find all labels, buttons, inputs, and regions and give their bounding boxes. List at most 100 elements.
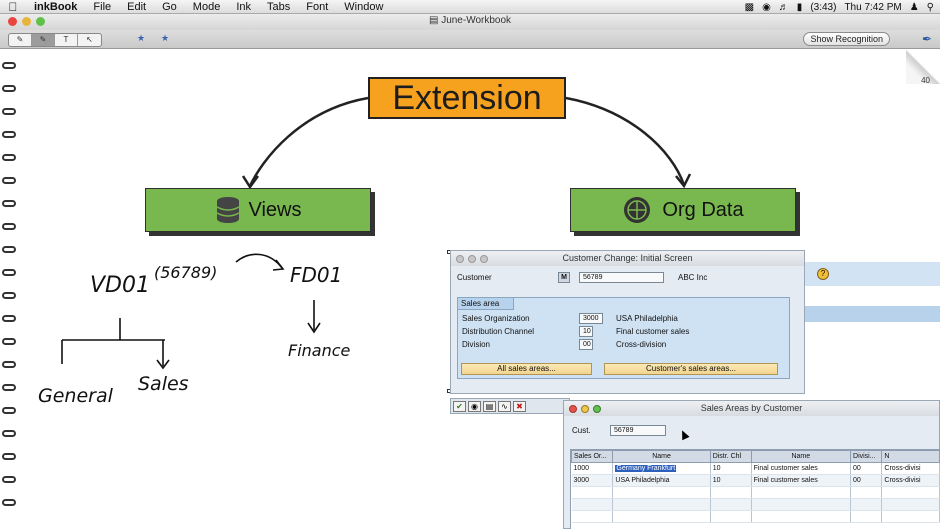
page-next-icon[interactable]: ★ (156, 33, 174, 47)
clock[interactable]: Thu 7:42 PM (844, 2, 901, 13)
globe-icon (624, 197, 651, 223)
table-cell[interactable]: 10 (710, 462, 752, 475)
confirm-icon[interactable]: ✔ (453, 401, 466, 412)
camera-icon[interactable]: ▩ (745, 2, 754, 13)
customer-input[interactable]: 56789 (579, 272, 664, 283)
hw-fd01: FD01 (290, 263, 342, 287)
column-header[interactable]: Name (750, 450, 852, 463)
recognition-icon[interactable]: ✒ (922, 32, 932, 46)
table-cell-selected[interactable]: Germany Frankfurt (612, 462, 711, 475)
table-cell[interactable]: Cross-divisi (881, 474, 940, 487)
menu-file[interactable]: File (85, 0, 119, 14)
table-header-row: Sales Or... Name Distr. Chl Name Divisi.… (571, 450, 940, 463)
close-icon[interactable] (456, 255, 464, 263)
table-row-empty (571, 486, 940, 499)
extension-box[interactable]: Extension (368, 77, 566, 119)
database-icon (216, 197, 239, 223)
battery-icon[interactable]: ▮ (797, 2, 803, 13)
toolbar: ✎ ✎ T ↖ ★ ★ Show Recognition ✒ (0, 30, 940, 49)
pen-tool-icon[interactable]: ✎ (9, 34, 32, 46)
column-header[interactable]: Sales Or... (571, 450, 614, 463)
menu-font[interactable]: Font (298, 0, 336, 14)
cancel-icon[interactable]: ✖ (513, 401, 526, 412)
distribution-channel-label: Distribution Channel (462, 327, 535, 336)
arrowhead-views (241, 175, 260, 190)
document-icon[interactable]: ▤ (483, 401, 496, 412)
sales-areas-table: Sales Or... Name Distr. Chl Name Divisi.… (570, 449, 940, 529)
table-cell[interactable]: Cross-divisi (881, 462, 940, 475)
org-data-box[interactable]: Org Data (570, 188, 796, 232)
hw-number: (56789) (154, 263, 217, 282)
cust-input[interactable]: 56789 (610, 425, 666, 436)
window-title: ▤ June-Workbook (0, 15, 940, 26)
table-cell[interactable]: 1000 (571, 462, 614, 475)
maximize-icon[interactable] (593, 405, 601, 413)
menu-window[interactable]: Window (336, 0, 391, 14)
table-cell[interactable]: 10 (710, 474, 752, 487)
hw-sales: Sales (138, 373, 189, 395)
menu-ink[interactable]: Ink (228, 0, 259, 14)
column-header[interactable]: N (881, 450, 940, 463)
sap-window-titlebar: Customer Change: Initial Screen (451, 251, 804, 266)
status-area: ▩ ◉ ♬ ▮ (3:43) Thu 7:42 PM ♟ ⚲ (745, 0, 934, 14)
cust-label: Cust. (572, 426, 591, 435)
org-data-label: Org Data (662, 198, 744, 221)
close-icon[interactable] (569, 405, 577, 413)
text-tool-icon[interactable]: T (55, 34, 78, 46)
user-icon[interactable]: ♟ (910, 2, 919, 13)
volume-icon[interactable]: ♬ (779, 2, 789, 13)
sales-org-input[interactable]: 3000 (579, 313, 603, 324)
all-sales-areas-button[interactable]: All sales areas... (461, 363, 592, 375)
chart-icon[interactable]: ∿ (498, 401, 511, 412)
popup-window-controls (569, 405, 601, 413)
menu-tabs[interactable]: Tabs (259, 0, 298, 14)
table-cell[interactable]: 00 (850, 474, 883, 487)
maximize-icon[interactable] (480, 255, 488, 263)
apple-icon[interactable]:  (0, 0, 26, 14)
distribution-channel-text: Final customer sales (616, 327, 690, 336)
hw-vd01: VD01 (90, 273, 150, 298)
popup-title: Sales Areas by Customer (700, 403, 803, 413)
table-cell[interactable]: 3000 (571, 474, 614, 487)
column-header[interactable]: Distr. Chl (709, 450, 752, 463)
column-header[interactable]: Divisi... (850, 450, 883, 463)
battery-time: (3:43) (810, 1, 837, 13)
show-recognition-button[interactable]: Show Recognition (803, 32, 890, 46)
eraser-tool-icon[interactable]: ✎ (32, 34, 55, 46)
arrow-vd-fd (235, 253, 283, 269)
selected-text: Germany Frankfurt (615, 465, 677, 472)
views-box[interactable]: Views (145, 188, 371, 232)
page-prev-icon[interactable]: ★ (132, 33, 150, 47)
table-row-empty (571, 510, 940, 523)
sales-area-group: Sales area Sales Organization 3000 USA P… (457, 297, 790, 379)
wifi-icon[interactable]: ◉ (762, 2, 771, 13)
views-label: Views (248, 198, 302, 221)
menu-app-name[interactable]: inkBook (26, 0, 85, 14)
table-cell[interactable]: 00 (850, 462, 883, 475)
pointer-tool-icon[interactable]: ↖ (78, 34, 101, 46)
table-cell[interactable]: Final customer sales (751, 474, 852, 487)
sap-popup-titlebar: Sales Areas by Customer (564, 401, 939, 416)
table-row[interactable]: 3000 USA Philadelphia 10 Final customer … (571, 474, 940, 487)
menu-mode[interactable]: Mode (185, 0, 229, 14)
division-text: Cross-division (616, 340, 667, 349)
sap-background-header (805, 306, 940, 322)
table-row[interactable]: 1000 Germany Frankfurt 10 Final customer… (571, 462, 940, 475)
window-title-text: June-Workbook (441, 15, 512, 26)
window-titlebar: ▤ June-Workbook (0, 14, 940, 30)
help-icon[interactable]: ? (817, 268, 829, 280)
customers-sales-areas-button[interactable]: Customer's sales areas... (604, 363, 778, 375)
spotlight-icon[interactable]: ⚲ (927, 2, 934, 13)
minimize-icon[interactable] (581, 405, 589, 413)
division-input[interactable]: 00 (579, 339, 593, 350)
find-icon[interactable]: ◉ (468, 401, 481, 412)
menu-go[interactable]: Go (154, 0, 185, 14)
menu-edit[interactable]: Edit (119, 0, 154, 14)
sap-toolbar: ✔ ◉ ▤ ∿ ✖ (450, 398, 570, 414)
distribution-channel-input[interactable]: 10 (579, 326, 593, 337)
minimize-icon[interactable] (468, 255, 476, 263)
customer-search-help-icon[interactable]: M (558, 272, 570, 283)
table-cell[interactable]: USA Philadelphia (612, 474, 711, 487)
table-cell[interactable]: Final customer sales (751, 462, 852, 475)
column-header[interactable]: Name (612, 450, 711, 463)
